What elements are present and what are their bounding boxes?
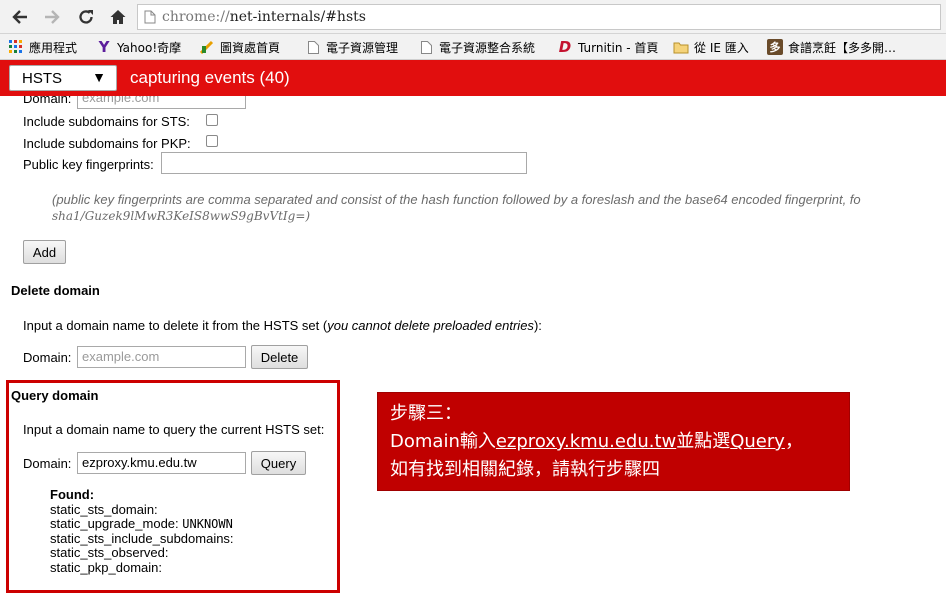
bookmark-label: 圖資處首頁 [220,40,281,55]
include-sts-checkbox[interactable] [206,114,218,126]
bookmark-apps[interactable]: 應用程式 [8,38,77,56]
query-button-label: Query [260,455,297,471]
result-row: static_sts_domain: [50,501,158,517]
delete-domain-description: Input a domain name to delete it from th… [23,318,542,333]
add-domain-input[interactable]: example.com [77,96,246,109]
bookmark-turnitin[interactable]: D Turnitin - 首頁 [557,38,659,56]
callout-step-instruction: Domain輸入ezproxy.kmu.edu.tw並點選Query， [390,431,803,452]
instruction-callout: 步驟三： Domain輸入ezproxy.kmu.edu.tw並點選Query，… [377,392,850,491]
query-domain-input[interactable]: ezproxy.kmu.edu.tw [77,452,246,474]
result-row: static_sts_include_subdomains: [50,530,234,546]
callout-step-note: 如有找到相關紀錄，請執行步驟四 [390,459,660,480]
bookmark-label: 電子資源整合系統 [439,40,536,55]
add-domain-label: Domain: [23,96,72,106]
recipe-icon: 多 [767,39,783,55]
query-domain-heading: Query domain [11,388,99,403]
hsts-content: Domain: example.com Include subdomains f… [0,96,946,593]
reload-icon [79,10,93,24]
yahoo-icon: Y [98,38,110,56]
query-button[interactable]: Query [251,451,306,475]
bookmark-yahoo[interactable]: Y Yahoo!奇摩 [96,38,182,56]
folder-icon [673,39,689,55]
query-domain-description: Input a domain name to query the current… [23,422,325,437]
page-icon [418,39,434,55]
home-button[interactable] [106,5,130,29]
view-selector-value: HSTS [22,70,63,87]
callout-step-title: 步驟三： [390,403,462,424]
bookmark-ie-import[interactable]: 從 IE 匯入 [673,38,749,56]
add-domain-placeholder: example.com [82,96,160,105]
bookmark-eresource-mgmt[interactable]: 電子資源管理 [305,38,398,56]
reload-button[interactable] [74,5,98,29]
delete-domain-heading: Delete domain [11,283,100,298]
bookmark-label: 從 IE 匯入 [694,40,749,55]
capture-status: capturing events (40) [130,68,290,87]
result-row: static_pkp_domain: [50,559,163,575]
fingerprints-input[interactable] [161,152,527,174]
browser-toolbar: chrome://net-internals/#hsts [0,0,946,34]
bookmark-recipes[interactable]: 多 食譜烹飪【多多開… [767,38,896,56]
fingerprints-example: sha1/Guzek9lMwR3KeIS8wwS9gBvVtIg=) [52,209,311,223]
fingerprints-label: Public key fingerprints: [23,157,154,172]
forward-button[interactable] [40,5,64,29]
bookmarks-bar: 應用程式 Y Yahoo!奇摩 圖資處首頁 電子資源管理 電子資源整合系統 D … [0,34,946,60]
dropdown-arrow-icon: ▼ [92,69,106,85]
bookmark-label: 電子資源管理 [326,40,399,55]
query-domain-label: Domain: [23,456,72,471]
query-results: Found: static_sts_domain: static_upgrade… [50,487,234,575]
delete-button-label: Delete [260,349,299,365]
result-row: static_sts_observed: [50,545,169,560]
page-icon [144,10,156,24]
back-arrow-icon [12,10,27,24]
delete-domain-placeholder: example.com [82,349,160,364]
found-label: Found: [50,487,95,502]
include-sts-label: Include subdomains for STS: [23,114,190,129]
delete-button[interactable]: Delete [251,345,308,369]
query-domain-value: ezproxy.kmu.edu.tw [82,455,197,470]
bookmark-label: Yahoo!奇摩 [117,40,182,55]
view-selector[interactable]: HSTS ▼ [9,65,117,91]
bookmark-label: 食譜烹飪【多多開… [788,40,897,55]
bookmark-label: 應用程式 [29,40,78,55]
result-row: static_upgrade_mode: UNKNOWN [50,516,233,531]
turnitin-icon: D [558,38,572,56]
url-text: chrome://net-internals/#hsts [162,9,366,25]
library-icon [199,39,215,55]
include-pkp-checkbox[interactable] [206,135,218,147]
net-internals-header: HSTS ▼ capturing events (40) [0,60,946,96]
address-bar[interactable]: chrome://net-internals/#hsts [137,4,941,30]
delete-domain-input[interactable]: example.com [77,346,246,368]
apps-grid-icon [8,39,24,55]
page-icon [305,39,321,55]
bookmark-library[interactable]: 圖資處首頁 [199,38,280,56]
bookmark-eresource-system[interactable]: 電子資源整合系統 [418,38,535,56]
add-button-label: Add [32,244,57,260]
delete-domain-label: Domain: [23,350,72,365]
home-icon [110,10,126,24]
bookmark-label: Turnitin - 首頁 [578,40,659,55]
back-button[interactable] [8,5,32,29]
forward-arrow-icon [45,10,60,24]
include-pkp-label: Include subdomains for PKP: [23,136,191,151]
add-button[interactable]: Add [23,240,66,264]
fingerprints-note: (public key fingerprints are comma separ… [52,192,861,207]
